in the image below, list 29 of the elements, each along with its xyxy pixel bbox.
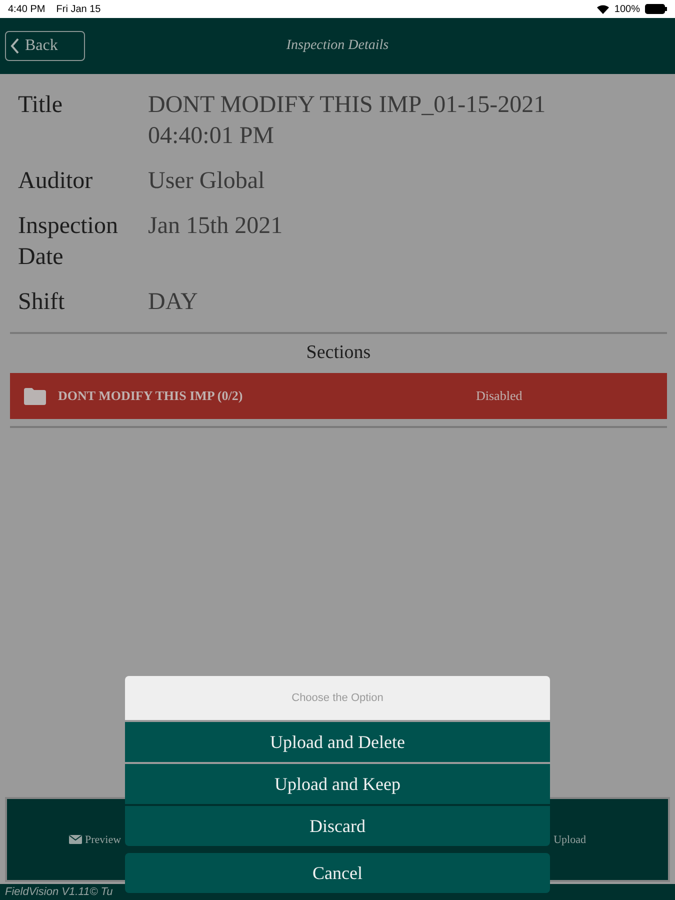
chevron-left-icon (10, 38, 20, 54)
field-value: User Global (148, 167, 265, 196)
status-time: 4:40 PM (8, 4, 46, 14)
section-name: DONT MODIFY THIS IMP (0/2) (58, 388, 244, 404)
option-button[interactable]: Upload and Delete (125, 722, 550, 762)
field-label: Title (18, 91, 64, 120)
cancel-button[interactable]: Cancel (125, 853, 550, 893)
mail-icon (69, 835, 82, 844)
screen-title: Inspection Details (285, 38, 390, 54)
option-button[interactable]: Discard (125, 806, 550, 846)
field-value: DAY (148, 288, 198, 317)
toolbar-button[interactable]: Preview (69, 834, 122, 846)
folder-icon (24, 388, 46, 404)
field-value: DONT MODIFY THIS IMP_01-15-2021 04:40:01 PM (148, 91, 547, 151)
sheet-title: Choose the Option (125, 676, 550, 720)
status-date: Fri Jan 15 (56, 4, 101, 14)
section-row[interactable]: DONT MODIFY THIS IMP (0/2) Disabled (10, 373, 667, 419)
option-button[interactable]: Upload and Keep (125, 764, 550, 804)
toolbar-button[interactable]: Upload (554, 834, 586, 846)
wifi-icon (597, 4, 610, 14)
battery-percent: 100% (614, 4, 640, 14)
field-label: Shift (18, 288, 66, 317)
field-label: Inspection Date (18, 212, 119, 272)
section-status: Disabled (476, 388, 522, 404)
field-value: Jan 15th 2021 (148, 212, 283, 241)
sections-heading: Sections (305, 341, 372, 365)
field-label: Auditor (18, 167, 94, 196)
back-button[interactable]: Back (5, 31, 85, 61)
battery-icon (645, 4, 667, 14)
